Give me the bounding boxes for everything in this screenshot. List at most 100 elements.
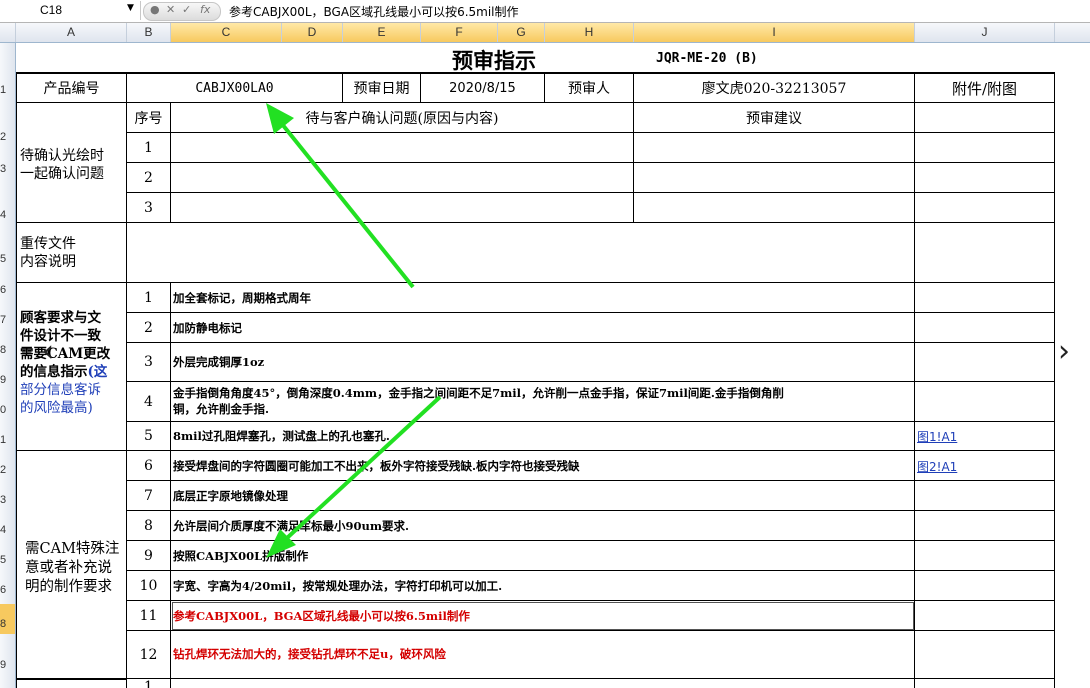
item-text-cell[interactable]: 字宽、字高为4/20mil，按常规处理办法，字符打印机可以加工. <box>171 571 915 601</box>
section-customer-label[interactable]: 顾客要求与文 件设计不一致 需要CAM更改 的信息指示(这 部分信息客诉 的风险… <box>16 283 127 451</box>
row-number[interactable]: 2 <box>0 464 15 476</box>
item-no[interactable]: 6 <box>127 451 171 481</box>
item-link-cell[interactable]: 图2!A1 <box>915 451 1055 481</box>
seq-header[interactable]: 序号 <box>127 103 171 133</box>
row-number[interactable]: 5 <box>0 253 15 265</box>
reviewer-value[interactable]: 廖文虎020-32213057 <box>634 73 915 103</box>
col-header-c[interactable]: C <box>171 23 282 42</box>
item-text-cell[interactable]: 允许层间介质厚度不满足军标最小90um要求. <box>171 511 915 541</box>
item-link-cell[interactable] <box>915 313 1055 343</box>
cell-empty[interactable] <box>915 163 1055 193</box>
item-text-cell[interactable]: 底层正字原地镜像处理 <box>171 481 915 511</box>
item-text-cell[interactable]: 接受焊盘间的字符圆圈可能加工不出来，板外字符接受残缺.板内字符也接受残缺 <box>171 451 915 481</box>
confirm-question-cell[interactable] <box>171 133 634 163</box>
row-number[interactable]: 9 <box>0 659 15 671</box>
row-number[interactable]: 3 <box>0 494 15 506</box>
item-text-cell[interactable]: 外层完成铜厚1oz <box>171 343 915 382</box>
select-all-corner[interactable] <box>0 23 16 42</box>
attachment-link[interactable]: 图1!A1 <box>917 428 957 445</box>
row-number[interactable]: 1 <box>0 434 15 446</box>
confirm-seq[interactable]: 2 <box>127 163 171 193</box>
item-no[interactable]: 3 <box>127 343 171 382</box>
row-number[interactable]: 7 <box>0 314 15 326</box>
col-header-j[interactable]: J <box>915 23 1055 42</box>
name-box[interactable]: C18 ▼ <box>0 1 141 20</box>
item-no[interactable]: 9 <box>127 541 171 571</box>
col-header-a[interactable]: A <box>16 23 127 42</box>
row-number[interactable]: 0 <box>0 404 15 416</box>
col-header-g[interactable]: G <box>498 23 545 42</box>
cancel-icon[interactable]: ✕ <box>166 3 175 16</box>
row-number[interactable]: 3 <box>0 163 15 175</box>
item-no[interactable]: 11 <box>127 601 171 631</box>
item-link-cell[interactable] <box>915 481 1055 511</box>
confirm-seq[interactable]: 1 <box>127 133 171 163</box>
cell-empty[interactable] <box>915 193 1055 223</box>
formula-input[interactable]: 参考CABJX00L，BGA区域孔线最小可以按6.5mil制作 <box>229 3 519 20</box>
confirm-advice-cell[interactable] <box>634 133 915 163</box>
section-cam-label[interactable]: 需CAM特殊注 意或者补充说 明的制作要求 <box>16 451 127 679</box>
col-header-f[interactable]: F <box>421 23 498 42</box>
review-date-value[interactable]: 2020/8/15 <box>421 73 545 103</box>
row-number[interactable]: 6 <box>0 284 15 296</box>
item-no[interactable]: 5 <box>127 422 171 451</box>
fx-icon[interactable]: fx <box>200 3 210 16</box>
item-no[interactable]: 1 <box>127 283 171 313</box>
item-no[interactable]: 8 <box>127 511 171 541</box>
item-text-cell[interactable]: 钻孔焊环无法加大的，接受钻孔焊环不足u，破环风险 <box>171 631 915 679</box>
row-number-selected[interactable]: 8 <box>0 604 15 634</box>
row-number[interactable]: 8 <box>0 344 15 356</box>
row-number[interactable]: 4 <box>0 524 15 536</box>
cell-empty[interactable] <box>16 679 127 688</box>
question-header[interactable]: 待与客户确认问题(原因与内容) <box>171 103 634 133</box>
row-number[interactable]: 6 <box>0 584 15 596</box>
confirm-advice-cell[interactable] <box>634 193 915 223</box>
item-text-cell[interactable]: 金手指倒角角度45°，倒角深度0.4mm，金手指之间间距不足7mil，允许削一点… <box>171 382 915 422</box>
item-link-cell[interactable]: 图1!A1 <box>915 422 1055 451</box>
col-header-k[interactable] <box>1055 23 1090 42</box>
item-no[interactable]: 4 <box>127 382 171 422</box>
item-no[interactable]: 10 <box>127 571 171 601</box>
col-header-h[interactable]: H <box>545 23 634 42</box>
item-no[interactable]: 2 <box>127 313 171 343</box>
cell-empty[interactable] <box>915 103 1055 133</box>
reupload-content-cell[interactable] <box>127 223 915 283</box>
row-number[interactable]: 9 <box>0 374 15 386</box>
row-number[interactable]: 2 <box>0 131 15 143</box>
product-no-label[interactable]: 产品编号 <box>16 73 127 103</box>
section-confirm-label[interactable]: 待确认光绘时 一起确认问题 <box>16 103 127 223</box>
row-number[interactable]: 1 <box>0 84 15 96</box>
item-link-cell[interactable] <box>915 631 1055 679</box>
prev-arrow-icon[interactable]: ‹ <box>42 334 54 369</box>
item-text-cell[interactable]: 加防静电标记 <box>171 313 915 343</box>
item-text-cell[interactable] <box>171 679 915 688</box>
row-number[interactable]: 4 <box>0 209 15 221</box>
attachment-link[interactable]: 图2!A1 <box>917 458 957 475</box>
col-header-d[interactable]: D <box>282 23 343 42</box>
row-number[interactable]: 5 <box>0 554 15 566</box>
attachment-label[interactable]: 附件/附图 <box>915 73 1055 103</box>
item-link-cell[interactable] <box>915 511 1055 541</box>
item-link-cell[interactable] <box>915 571 1055 601</box>
advice-header[interactable]: 预审建议 <box>634 103 915 133</box>
item-text-cell[interactable]: 按照CABJX00L拼版制作 <box>171 541 915 571</box>
title-row[interactable]: 预审指示 JQR-ME-20 (B) <box>16 43 1055 73</box>
confirm-question-cell[interactable] <box>171 163 634 193</box>
item-no[interactable]: 1 <box>127 679 171 688</box>
item-link-cell[interactable] <box>915 382 1055 422</box>
col-header-i[interactable]: I <box>634 23 915 42</box>
item-link-cell[interactable] <box>915 541 1055 571</box>
next-arrow-icon[interactable]: › <box>1058 334 1070 369</box>
enter-icon[interactable]: ✓ <box>182 3 191 16</box>
item-link-cell[interactable] <box>915 679 1055 688</box>
section-reupload-label[interactable]: 重传文件 内容说明 <box>16 223 127 283</box>
item-no[interactable]: 12 <box>127 631 171 679</box>
item-text-cell-selected[interactable]: 参考CABJX00L，BGA区域孔线最小可以按6.5mil制作 <box>171 601 915 631</box>
item-link-cell[interactable] <box>915 343 1055 382</box>
product-no-value[interactable]: CABJX00LA0 <box>127 73 343 103</box>
chevron-down-icon[interactable]: ▼ <box>127 3 134 13</box>
item-text-cell[interactable]: 加全套标记，周期格式周年 <box>171 283 915 313</box>
cell-empty[interactable] <box>915 133 1055 163</box>
col-header-e[interactable]: E <box>343 23 421 42</box>
confirm-question-cell[interactable] <box>171 193 634 223</box>
